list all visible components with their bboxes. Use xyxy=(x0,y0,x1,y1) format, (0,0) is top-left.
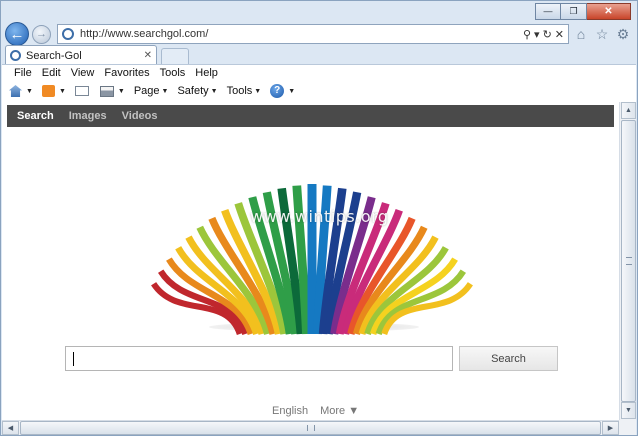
text-cursor xyxy=(73,352,74,366)
site-nav-bar: Search Images Videos xyxy=(7,105,614,127)
vertical-scroll-thumb[interactable] xyxy=(621,120,636,402)
print-icon xyxy=(99,85,114,97)
menu-tools[interactable]: Tools xyxy=(155,66,191,80)
new-tab-button[interactable] xyxy=(161,48,189,64)
search-icon[interactable]: ⚲ xyxy=(523,28,531,41)
vertical-scrollbar[interactable]: ▲ ▼ xyxy=(619,102,636,420)
caption-buttons: — ❐ ✕ xyxy=(535,3,631,20)
language-link[interactable]: English xyxy=(272,405,308,417)
site-favicon-icon xyxy=(62,28,74,40)
back-arrow-icon: ← xyxy=(9,25,25,43)
scroll-grip-icon xyxy=(307,425,315,431)
tab-favicon-icon xyxy=(10,50,21,61)
forward-button[interactable]: → xyxy=(32,25,51,44)
chevron-down-icon: ▼ xyxy=(161,87,169,95)
address-url[interactable]: http://www.searchgol.com/ xyxy=(80,28,523,40)
chevron-down-icon: ▼ xyxy=(254,87,262,95)
feeds-command[interactable]: ▼ xyxy=(41,85,66,97)
tools-gear-icon[interactable]: ⚙ xyxy=(615,25,631,43)
minimize-icon: — xyxy=(543,6,553,16)
browser-toolbar-icons: ⌂ ☆ ⚙ xyxy=(573,25,631,43)
tools-menu-button[interactable]: Tools ▼ xyxy=(227,85,262,97)
tab-strip: Search-Gol ✕ xyxy=(5,45,633,65)
scroll-grip-icon xyxy=(626,257,632,265)
stop-icon[interactable]: ✕ xyxy=(555,28,564,41)
home-command[interactable]: ▼ xyxy=(9,85,33,97)
menu-bar: File Edit View Favorites Tools Help xyxy=(9,66,223,80)
command-bar: ▼ ▼ ▼ Page ▼ Safety ▼ Tools ▼ ? ▼ xyxy=(9,83,304,99)
help-icon: ? xyxy=(270,84,285,98)
mail-command[interactable] xyxy=(74,86,91,96)
dropdown-arrow-icon[interactable]: ▾ xyxy=(534,28,540,41)
minimize-button[interactable]: — xyxy=(535,3,561,20)
help-menu-button[interactable]: ? ▼ xyxy=(270,84,295,98)
address-bar[interactable]: http://www.searchgol.com/ ⚲ ▾ ↻ ✕ xyxy=(57,24,569,44)
chevron-down-icon: ▼ xyxy=(210,87,218,95)
forward-arrow-icon: → xyxy=(36,28,47,40)
maximize-button[interactable]: ❐ xyxy=(561,3,587,20)
menu-file[interactable]: File xyxy=(9,66,37,80)
tab-search-gol[interactable]: Search-Gol ✕ xyxy=(5,45,157,65)
footer-links: English More ▼ xyxy=(272,405,359,417)
back-button[interactable]: ← xyxy=(5,22,29,46)
site-nav-videos[interactable]: Videos xyxy=(122,110,158,122)
menu-view[interactable]: View xyxy=(66,66,100,80)
chevron-down-icon: ▼ xyxy=(288,87,296,95)
address-icons: ⚲ ▾ ↻ ✕ xyxy=(523,28,564,41)
search-input[interactable] xyxy=(65,346,453,371)
rss-feed-icon xyxy=(41,85,55,97)
chevron-down-icon: ▼ xyxy=(26,87,33,95)
horizontal-scrollbar[interactable]: ◀ ▶ xyxy=(2,420,619,435)
chevron-down-icon: ▼ xyxy=(58,87,66,95)
home-icon xyxy=(9,85,22,97)
browser-window: — ❐ ✕ ← → http://www.searchgol.com/ ⚲ ▾ … xyxy=(0,0,638,436)
chevron-down-icon: ▼ xyxy=(117,87,125,95)
menu-favorites[interactable]: Favorites xyxy=(99,66,154,80)
favorites-star-icon[interactable]: ☆ xyxy=(594,25,610,43)
print-command[interactable]: ▼ xyxy=(99,85,125,97)
page-viewport: Search Images Videos www.wintips.org Sea… xyxy=(2,102,619,420)
restore-icon: ❐ xyxy=(569,6,578,16)
navigation-bar: ← → http://www.searchgol.com/ ⚲ ▾ ↻ ✕ ⌂ … xyxy=(5,21,633,47)
scroll-down-button[interactable]: ▼ xyxy=(621,402,636,419)
close-icon: ✕ xyxy=(604,5,613,17)
page-menu-button[interactable]: Page ▼ xyxy=(134,85,169,97)
tab-label: Search-Gol xyxy=(26,49,82,62)
refresh-icon[interactable]: ↻ xyxy=(543,28,552,41)
site-nav-search[interactable]: Search xyxy=(17,110,54,122)
home-icon[interactable]: ⌂ xyxy=(573,25,589,43)
mail-icon xyxy=(74,86,89,96)
safety-menu-button[interactable]: Safety ▼ xyxy=(177,85,217,97)
more-link[interactable]: More ▼ xyxy=(320,405,359,417)
search-button[interactable]: Search xyxy=(459,346,558,371)
scroll-right-button[interactable]: ▶ xyxy=(602,421,619,435)
scrollbar-corner xyxy=(619,420,636,435)
site-nav-images[interactable]: Images xyxy=(69,110,107,122)
scroll-up-button[interactable]: ▲ xyxy=(621,102,636,119)
searchgol-logo xyxy=(151,184,473,336)
tools-menu-label: Tools xyxy=(226,85,253,97)
scroll-left-button[interactable]: ◀ xyxy=(2,421,19,435)
page-menu-label: Page xyxy=(133,85,160,97)
safety-menu-label: Safety xyxy=(177,85,209,97)
menu-edit[interactable]: Edit xyxy=(37,66,66,80)
close-button[interactable]: ✕ xyxy=(587,3,631,20)
horizontal-scroll-thumb[interactable] xyxy=(20,421,601,435)
watermark-text: www.wintips.org xyxy=(250,207,389,226)
menu-help[interactable]: Help xyxy=(190,66,223,80)
tab-close-icon[interactable]: ✕ xyxy=(144,50,152,61)
